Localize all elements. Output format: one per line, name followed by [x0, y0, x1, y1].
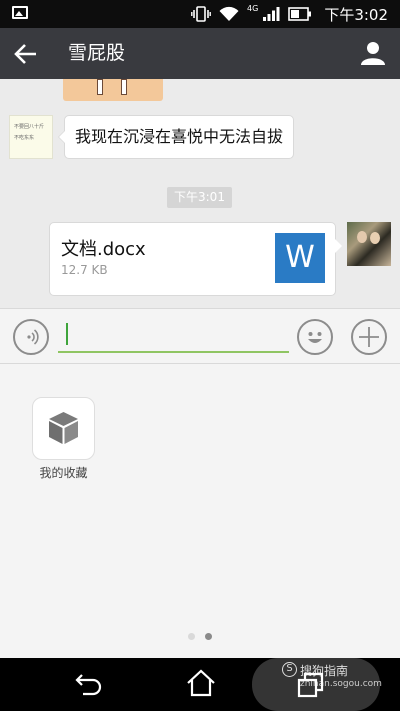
nav-back-icon[interactable]: [74, 671, 104, 699]
chat-header: 雪屁股: [0, 28, 400, 79]
page-indicator-dot: [188, 633, 195, 640]
text-cursor: [66, 323, 68, 345]
sticker-image[interactable]: [63, 79, 163, 101]
plus-icon: [359, 327, 379, 347]
system-nav-bar: S 搜狗指南 zhinan.sogou.com: [0, 658, 400, 711]
incoming-message-text: 我现在沉浸在喜悦中无法自拔: [75, 127, 284, 146]
battery-icon: [288, 7, 312, 21]
favorites-button[interactable]: [32, 397, 95, 460]
my-avatar[interactable]: [347, 222, 391, 266]
back-arrow-icon[interactable]: [12, 40, 40, 68]
more-options-button[interactable]: [351, 319, 387, 355]
nav-home-icon[interactable]: [186, 668, 216, 698]
file-message-card[interactable]: 文档.docx 12.7 KB W: [49, 222, 342, 296]
voice-icon: [27, 329, 39, 345]
chat-title: 雪屁股: [68, 42, 126, 64]
status-icons: 4G 下午3:02: [191, 0, 388, 28]
attachment-panel: 我的收藏: [0, 364, 400, 658]
clock: 下午3:02: [324, 5, 388, 24]
nav-recent-apps-icon[interactable]: [296, 670, 326, 700]
network-type-label: 4G: [247, 3, 259, 13]
word-document-icon: W: [275, 233, 325, 283]
cube-icon: [49, 412, 78, 444]
emoji-button[interactable]: [297, 319, 333, 355]
input-bar: [0, 308, 400, 364]
page-indicator-dot-active: [205, 633, 212, 640]
status-bar: 4G 下午3:02: [0, 0, 400, 28]
image-notification-icon: [12, 6, 28, 19]
wifi-icon: [219, 6, 239, 21]
file-size: 12.7 KB: [61, 263, 108, 277]
vibrate-icon: [191, 6, 211, 22]
sogou-logo-icon: S: [282, 662, 297, 677]
incoming-message-bubble[interactable]: 我现在沉浸在喜悦中无法自拔: [57, 115, 295, 159]
avatar-text-line: 不吃东东: [14, 135, 35, 141]
signal-icon: [263, 7, 280, 21]
message-input[interactable]: [58, 319, 289, 353]
file-name: 文档.docx: [61, 239, 146, 260]
favorites-label: 我的收藏: [39, 466, 88, 480]
contact-profile-icon[interactable]: [360, 40, 386, 66]
voice-input-button[interactable]: [13, 319, 49, 355]
message-timestamp: 下午3:01: [167, 187, 232, 208]
smiley-icon: [308, 332, 322, 343]
message-list[interactable]: 不要回八十斤 不吃东东 我现在沉浸在喜悦中无法自拔 下午3:01 文档.docx…: [0, 79, 400, 308]
contact-avatar[interactable]: 不要回八十斤 不吃东东: [9, 115, 53, 159]
avatar-text-line: 不要回八十斤: [14, 124, 45, 130]
